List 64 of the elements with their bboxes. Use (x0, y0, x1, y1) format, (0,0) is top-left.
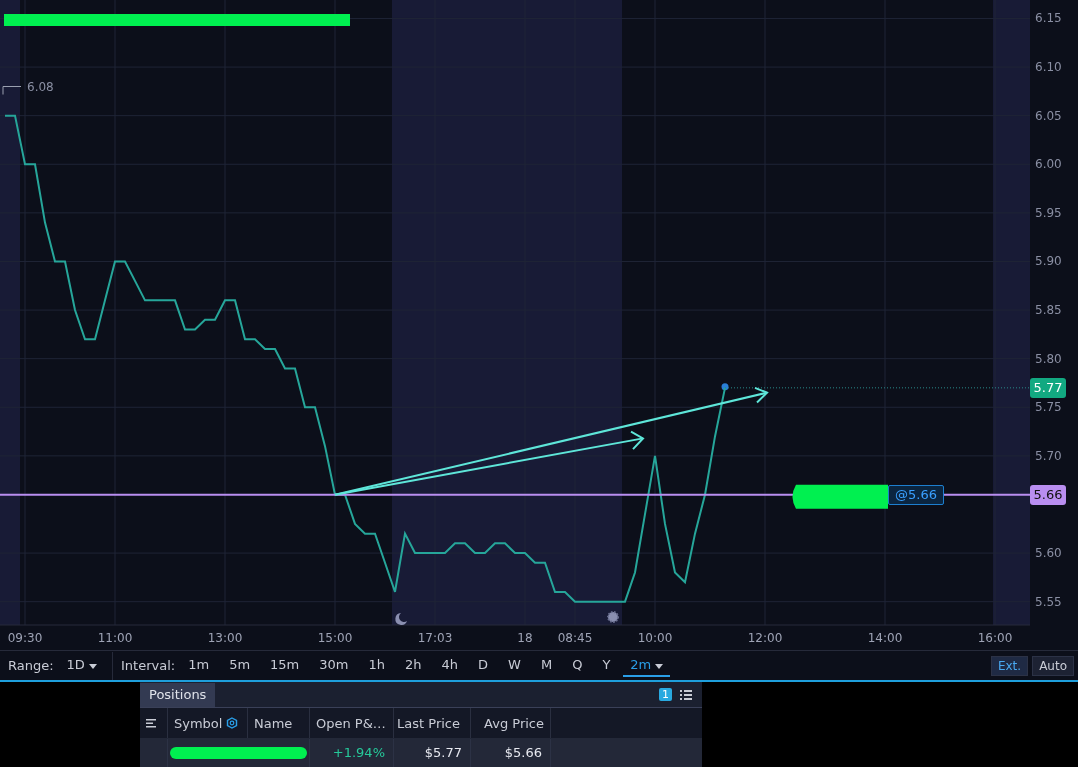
price-axis-label: 6.10 (1035, 60, 1062, 75)
moon-icon (395, 613, 407, 625)
drawing-handle-icon[interactable] (721, 383, 729, 391)
column-header[interactable]: Name (248, 708, 310, 738)
gear-icon[interactable] (226, 717, 239, 729)
interval-option[interactable]: D (471, 654, 496, 677)
column-header[interactable]: Avg Price (471, 708, 551, 738)
menu-icon[interactable] (146, 718, 156, 728)
last-price-tag: 5.77 (1030, 377, 1066, 398)
positions-tab[interactable]: Positions (140, 682, 216, 707)
caret-icon (89, 664, 97, 669)
interval-option[interactable]: 2m (623, 654, 671, 677)
time-axis-label: 08:45 (557, 631, 593, 645)
table-cell: +1.94% (332, 745, 385, 760)
time-axis-label: 17:03 (417, 631, 453, 645)
interval-option[interactable]: 1h (361, 654, 392, 677)
sun-icon (607, 611, 619, 623)
toolbar-button[interactable]: Ext. (990, 655, 1029, 676)
time-axis-label: 18 (517, 631, 533, 645)
interval-option[interactable]: M (533, 654, 560, 677)
order-price-tag[interactable]: @5.66 (888, 484, 944, 505)
count-badge: 1 (659, 688, 672, 701)
time-axis-label: 10:00 (637, 631, 673, 645)
price-axis-label: 5.60 (1035, 546, 1062, 561)
time-axis-label: 16:00 (977, 631, 1013, 645)
price-axis-label: 6.15 (1035, 11, 1062, 26)
table-cell: $5.77 (424, 745, 462, 760)
position-price-tag: 5.66 (1030, 484, 1066, 505)
toolbar-button[interactable]: Auto (1032, 655, 1074, 676)
interval-option[interactable]: 4h (434, 654, 466, 677)
interval-option[interactable]: 5m (222, 654, 258, 677)
price-axis-label: 6.05 (1035, 108, 1062, 123)
interval-option[interactable]: W (501, 654, 528, 677)
time-axis-label: 12:00 (747, 631, 783, 645)
range-dropdown[interactable]: 1D (59, 654, 104, 677)
table-cell: $5.66 (504, 745, 542, 760)
price-axis-label: 6.00 (1035, 157, 1062, 172)
time-axis-label: 09:30 (7, 631, 43, 645)
interval-option[interactable]: Y (595, 654, 618, 677)
time-axis-label: 14:00 (867, 631, 903, 645)
price-axis-label: 5.55 (1035, 594, 1062, 609)
list-icon[interactable] (680, 689, 692, 700)
price-axis-label: 5.90 (1035, 254, 1062, 269)
column-header[interactable]: Symbol (168, 708, 248, 738)
interval-option[interactable]: 1m (181, 654, 217, 677)
price-axis-label: 5.70 (1035, 448, 1062, 463)
price-axis-label: 5.75 (1035, 400, 1062, 415)
time-axis-label: 11:00 (97, 631, 133, 645)
caret-icon (655, 664, 664, 669)
price-axis-label: 5.85 (1035, 303, 1062, 318)
time-axis-label: 13:00 (207, 631, 243, 645)
price-axis-label: 5.95 (1035, 205, 1062, 220)
time-axis-label: 15:00 (317, 631, 353, 645)
interval-option[interactable]: 15m (263, 654, 307, 677)
high-price-label: 6.08 (27, 79, 54, 94)
interval-option[interactable]: 2h (398, 654, 429, 677)
range-label: Range: (8, 658, 54, 673)
price-axis-label: 5.80 (1035, 351, 1062, 366)
column-header[interactable]: Open P&… (310, 708, 394, 738)
high-marker-leader (2, 86, 22, 95)
interval-label: Interval: (121, 658, 176, 673)
column-header[interactable]: Last Price (394, 708, 471, 738)
interval-option[interactable]: Q (565, 654, 590, 677)
interval-option[interactable]: 30m (312, 654, 356, 677)
